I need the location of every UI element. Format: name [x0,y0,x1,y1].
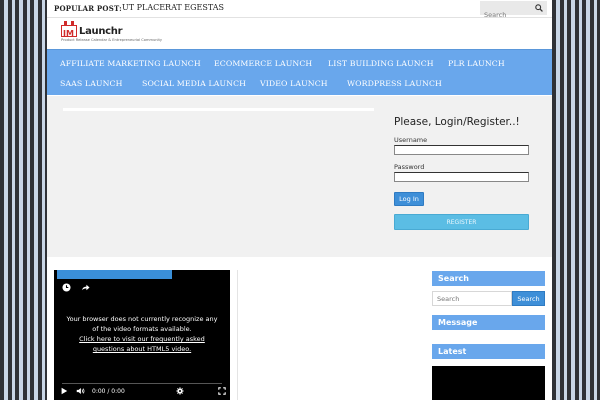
message-widget-title: Message [432,315,545,330]
clock-icon[interactable] [62,283,71,292]
username-field[interactable] [394,145,529,155]
video-unsupported-message: Your browser does not currently recogniz… [62,314,222,354]
right-background-stripes [552,0,600,400]
login-panel: Please, Login/Register..! Username Passw… [394,116,534,230]
calendar-icon: IM [61,21,77,38]
top-search-box [480,1,547,21]
nav-item-affiliate-marketing-launch[interactable]: AFFILIATE MARKETING LAUNCH [60,59,201,68]
nav-item-plr-launch[interactable]: PLR LAUNCH [448,59,505,68]
nav-item-saas-launch[interactable]: SAAS LAUNCH [60,79,123,88]
search-widget-title: Search [432,271,545,286]
nav-item-video-launch[interactable]: VIDEO LAUNCH [260,79,328,88]
slider-placeholder [63,108,374,111]
logo-tagline: Product Release Calendar & Entrepreneuri… [61,38,163,42]
nav-item-wordpress-launch[interactable]: WORDPRESS LAUNCH [347,79,442,88]
username-label: Username [394,136,428,144]
video-top-icons [62,283,90,292]
video-message-line1: Your browser does not currently recogniz… [66,315,218,323]
nav-item-social-media-launch[interactable]: SOCIAL MEDIA LAUNCH [142,79,246,88]
logo-name: Launchr [79,26,123,37]
featured-area: Please, Login/Register..! Username Passw… [47,96,552,257]
search-icon[interactable] [535,4,543,12]
login-title: Please, Login/Register..! [394,116,520,128]
top-bar: POPULAR POST: UT PLACERAT EGESTAS [47,0,552,21]
video-message-line2: of the video formats available. [92,325,192,333]
popular-post-label: POPULAR POST: [54,4,122,13]
login-button[interactable]: Log In [394,192,424,206]
fullscreen-icon[interactable] [218,387,226,395]
register-button[interactable]: REGISTER [394,214,529,230]
page-container: POPULAR POST: UT PLACERAT EGESTAS IM Lau… [47,0,552,400]
popular-post-link[interactable]: UT PLACERAT EGESTAS [122,3,224,12]
password-label: Password [394,163,425,171]
video-title-bar [57,270,172,279]
video-player[interactable]: Your browser does not currently recogniz… [54,270,230,400]
nav-item-ecommerce-launch[interactable]: ECOMMERCE LAUNCH [214,59,312,68]
volume-icon[interactable] [76,387,85,395]
main-navigation: AFFILIATE MARKETING LAUNCH ECOMMERCE LAU… [47,49,552,95]
sidebar: Search Search Message Latest [432,271,545,400]
sidebar-search-input[interactable] [432,291,512,306]
video-progress-bar[interactable] [62,383,222,384]
left-background-stripes [0,0,47,400]
sidebar-search-form: Search [432,291,545,306]
site-header: IM Launchr Product Release Calendar & En… [47,18,552,49]
share-icon[interactable] [81,283,90,292]
content-divider [237,270,238,400]
settings-gear-icon[interactable] [176,387,184,395]
video-faq-link-line2[interactable]: questions about HTML5 video. [62,344,222,354]
video-time: 0:00 / 0:00 [92,387,125,395]
latest-video-embed[interactable] [432,366,545,400]
video-controls: 0:00 / 0:00 [60,386,226,396]
sidebar-search-button[interactable]: Search [512,291,545,306]
password-field[interactable] [394,172,529,182]
logo-mark: IM [63,29,74,38]
latest-widget-title: Latest [432,344,545,359]
site-logo[interactable]: IM Launchr Product Release Calendar & En… [61,21,181,44]
nav-item-list-building-launch[interactable]: LIST BUILDING LAUNCH [328,59,434,68]
video-faq-link-line1[interactable]: Click here to visit our frequently asked [62,334,222,344]
play-icon[interactable] [60,387,68,395]
